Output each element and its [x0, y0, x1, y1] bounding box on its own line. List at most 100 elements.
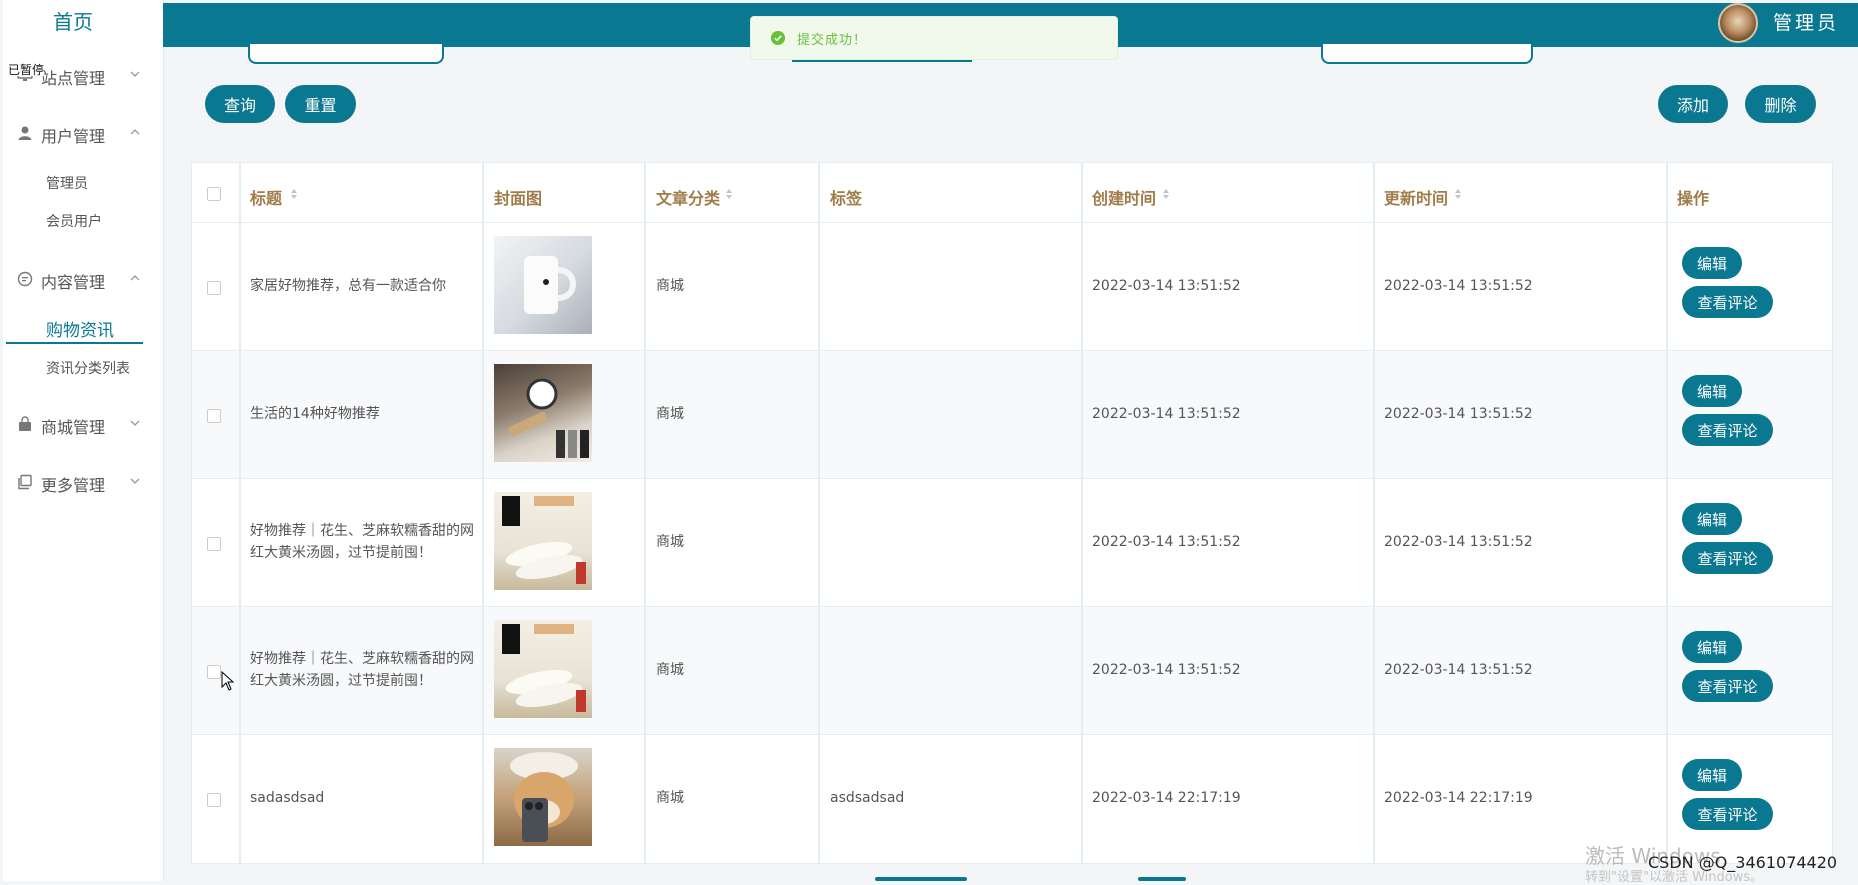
- sidebar-item-admins[interactable]: 管理员: [46, 173, 88, 193]
- sidebar-group-more[interactable]: 更多管理: [3, 467, 161, 497]
- row-checkbox[interactable]: [207, 665, 221, 679]
- dog-photo-illustration: [510, 752, 578, 842]
- sort-icon[interactable]: [1161, 187, 1171, 201]
- edit-button[interactable]: 编辑: [1682, 631, 1742, 663]
- sidebar-group-label: 用户管理: [41, 127, 106, 146]
- header-actions: 操作: [1677, 189, 1710, 208]
- row-title: 好物推荐｜花生、芝麻软糯香甜的网红大黄米汤圆，过节提前囤！: [250, 523, 474, 561]
- row-title: sadasdsad: [250, 790, 325, 806]
- sort-icon[interactable]: [289, 187, 299, 201]
- column-divider: [1373, 163, 1375, 863]
- pagination-control[interactable]: [875, 877, 967, 881]
- delete-button[interactable]: 删除: [1745, 85, 1816, 123]
- row-tags: asdsadsad: [830, 790, 905, 806]
- desk-items-illustration: [508, 378, 589, 458]
- toast-underline: [792, 60, 972, 62]
- table-row: 好物推荐｜花生、芝麻软糯香甜的网红大黄米汤圆，过节提前囤！ 商城 2022-03…: [192, 478, 1832, 606]
- header-cover: 封面图: [494, 189, 543, 208]
- sidebar-item-shopping-news[interactable]: 购物资讯: [46, 316, 114, 341]
- row-checkbox[interactable]: [207, 409, 221, 423]
- edit-button[interactable]: 编辑: [1682, 375, 1742, 407]
- chevron-up-icon: [130, 275, 140, 281]
- mug-illustration: [524, 256, 576, 314]
- edit-button[interactable]: 编辑: [1682, 247, 1742, 279]
- row-created: 2022-03-14 13:51:52: [1092, 278, 1241, 294]
- search-input-title[interactable]: [248, 44, 444, 64]
- table-row: 家居好物推荐，总有一款适合你 商城 2022-03-14 13:51:52 20…: [192, 222, 1832, 350]
- header-title[interactable]: 标题: [250, 185, 282, 209]
- header-tags: 标签: [830, 189, 863, 208]
- sidebar-group-label: 内容管理: [41, 273, 106, 292]
- mouse-cursor-icon: [221, 671, 235, 691]
- user-name[interactable]: 管理员: [1773, 8, 1839, 35]
- edit-button[interactable]: 编辑: [1682, 759, 1742, 791]
- row-updated: 2022-03-14 13:51:52: [1384, 534, 1533, 550]
- sidebar-group-label: 更多管理: [41, 476, 106, 495]
- sidebar-group-mall[interactable]: 商城管理: [3, 409, 161, 439]
- add-button[interactable]: 添加: [1658, 85, 1728, 123]
- bag-icon: [19, 416, 31, 431]
- sort-icon[interactable]: [724, 187, 734, 201]
- table-header-row: 标题 封面图 文章分类 标签 创建时间 更新时间 操作: [192, 163, 1832, 222]
- row-category: 商城: [656, 278, 684, 294]
- chevron-down-icon: [130, 71, 140, 77]
- row-created: 2022-03-14 13:51:52: [1092, 406, 1241, 422]
- pagination-control[interactable]: [1138, 877, 1186, 881]
- row-category: 商城: [656, 790, 684, 806]
- row-checkbox[interactable]: [207, 793, 221, 807]
- chevron-down-icon: [130, 478, 140, 484]
- success-toast: 提交成功！: [750, 16, 1118, 60]
- sidebar-group-label: 商城管理: [41, 418, 106, 437]
- row-category: 商城: [656, 406, 684, 422]
- column-divider: [482, 163, 484, 863]
- column-divider: [818, 163, 820, 863]
- row-updated: 2022-03-14 13:51:52: [1384, 278, 1533, 294]
- header-created[interactable]: 创建时间: [1092, 185, 1156, 209]
- rice-cake-illustration: [502, 624, 586, 712]
- sidebar: 首页 站点管理 已暂停 用户管理 管理员 会员用户 内容管理 购物资讯 资讯分类…: [3, 0, 164, 881]
- check-circle-icon: [771, 31, 785, 45]
- user-avatar[interactable]: [1718, 3, 1758, 43]
- search-input-category[interactable]: [1321, 44, 1533, 64]
- edit-button[interactable]: 编辑: [1682, 503, 1742, 535]
- sidebar-group-users[interactable]: 用户管理: [3, 118, 161, 148]
- chevron-down-icon: [130, 420, 140, 426]
- chevron-up-icon: [130, 129, 140, 135]
- row-created: 2022-03-14 22:17:19: [1092, 790, 1241, 806]
- column-divider: [239, 163, 241, 863]
- column-divider: [1666, 163, 1668, 863]
- reset-button[interactable]: 重置: [285, 85, 356, 123]
- toast-message: 提交成功！: [797, 33, 868, 48]
- row-title: 好物推荐｜花生、芝麻软糯香甜的网红大黄米汤圆，过节提前囤！: [250, 651, 474, 689]
- cover-image: [494, 748, 592, 846]
- table-row: 好物推荐｜花生、芝麻软糯香甜的网红大黄米汤圆，过节提前囤！ 商城 2022-03…: [192, 606, 1832, 734]
- column-divider: [1081, 163, 1083, 863]
- row-title: 家居好物推荐，总有一款适合你: [250, 278, 446, 294]
- home-link[interactable]: 首页: [3, 6, 143, 35]
- view-comments-button[interactable]: 查看评论: [1682, 798, 1773, 830]
- articles-table: 标题 封面图 文章分类 标签 创建时间 更新时间 操作 家居好物推荐，总有一款适…: [191, 162, 1833, 864]
- user-icon: [18, 126, 32, 140]
- chat-icon: [17, 271, 33, 287]
- rice-cake-illustration: [502, 496, 586, 584]
- row-created: 2022-03-14 13:51:52: [1092, 534, 1241, 550]
- cover-image: [494, 364, 592, 462]
- header-category[interactable]: 文章分类: [656, 185, 720, 209]
- query-button[interactable]: 查询: [205, 85, 275, 123]
- row-updated: 2022-03-14 22:17:19: [1384, 790, 1533, 806]
- cover-image: [494, 492, 592, 590]
- sort-icon[interactable]: [1453, 187, 1463, 201]
- sidebar-item-members[interactable]: 会员用户: [46, 211, 102, 231]
- row-checkbox[interactable]: [207, 537, 221, 551]
- ime-status-indicator: 已暂停: [8, 63, 45, 77]
- sidebar-group-content[interactable]: 内容管理: [3, 264, 161, 294]
- view-comments-button[interactable]: 查看评论: [1682, 542, 1773, 574]
- row-checkbox[interactable]: [207, 281, 221, 295]
- header-updated[interactable]: 更新时间: [1384, 185, 1448, 209]
- row-category: 商城: [656, 662, 684, 678]
- view-comments-button[interactable]: 查看评论: [1682, 670, 1773, 702]
- view-comments-button[interactable]: 查看评论: [1682, 414, 1773, 446]
- sidebar-item-news-categories[interactable]: 资讯分类列表: [46, 358, 130, 378]
- select-all-checkbox[interactable]: [207, 187, 221, 201]
- view-comments-button[interactable]: 查看评论: [1682, 286, 1773, 318]
